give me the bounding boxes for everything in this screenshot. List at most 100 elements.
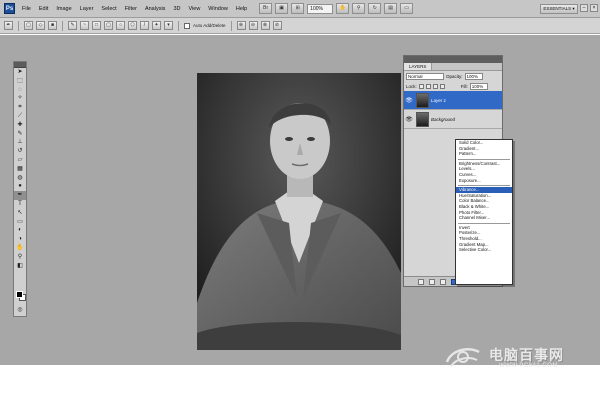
hand-icon[interactable]: ✋ — [336, 3, 350, 14]
lock-all-icon[interactable] — [439, 83, 445, 89]
brush-tool-icon[interactable]: ✎ — [14, 130, 26, 139]
path-intersect-icon[interactable]: ⊗ — [260, 21, 270, 30]
menu-file[interactable]: File — [18, 0, 35, 18]
menu-image[interactable]: Image — [52, 0, 75, 18]
line-icon[interactable]: / — [140, 21, 149, 30]
fill-input[interactable]: 100% — [469, 82, 488, 90]
layer-name: Background — [431, 116, 456, 122]
lasso-tool-icon[interactable]: ◌ — [14, 86, 26, 95]
lock-position-icon[interactable] — [432, 83, 438, 89]
eyedropper-tool-icon[interactable]: ⟋ — [14, 112, 26, 121]
pen-icon[interactable]: ✎ — [68, 21, 77, 30]
menu-3d[interactable]: 3D — [169, 0, 184, 18]
guides-icon[interactable]: ⊞ — [291, 3, 305, 14]
add-mask-icon[interactable] — [440, 278, 446, 285]
menu-edit[interactable]: Edit — [35, 0, 52, 18]
workspace-switcher-button[interactable]: ESSENTIALS ▾ — [540, 4, 578, 14]
mini-bridge-icon[interactable]: ▣ — [275, 3, 289, 14]
path-exclude-icon[interactable]: ⊘ — [272, 21, 282, 30]
clone-stamp-tool-icon[interactable]: ⊥ — [14, 138, 26, 147]
lock-transparent-icon[interactable] — [418, 83, 424, 89]
blur-tool-icon[interactable]: ◍ — [14, 174, 26, 183]
auto-add-delete-label: Auto Add/Delete — [193, 23, 226, 28]
quick-mask-icon[interactable]: ◎ — [14, 306, 26, 315]
pen-tool-icon[interactable]: ✒ — [14, 191, 26, 200]
history-brush-tool-icon[interactable]: ↺ — [14, 147, 26, 156]
move-tool-icon[interactable]: ➤ — [14, 68, 26, 77]
lock-label: Lock: — [406, 83, 417, 89]
menu-separator — [456, 221, 512, 225]
quick-selection-tool-icon[interactable]: ✧ — [14, 94, 26, 103]
layer-thumbnail — [416, 111, 429, 127]
layers-panel-titlebar[interactable] — [404, 56, 502, 63]
crop-tool-icon[interactable]: ⌗ — [14, 103, 26, 112]
shape-layers-icon[interactable]: ▢ — [24, 21, 33, 30]
menu-select[interactable]: Select — [97, 0, 120, 18]
arrange-documents-icon[interactable]: ▤ — [384, 3, 398, 14]
layer-row-layer-1[interactable]: 👁 Layer 1 — [404, 91, 502, 110]
link-layers-icon[interactable] — [418, 278, 424, 285]
rectangle-icon[interactable]: □ — [92, 21, 101, 30]
menu-window[interactable]: Window — [204, 0, 232, 18]
lock-row: Lock: Fill: 100% — [404, 81, 502, 91]
pen-tool-preset-icon[interactable]: ✒ — [4, 21, 13, 30]
polygon-icon[interactable]: ⬠ — [128, 21, 137, 30]
paths-icon[interactable]: ◇ — [36, 21, 45, 30]
lock-image-icon[interactable] — [425, 83, 431, 89]
menu-filter[interactable]: Filter — [121, 0, 141, 18]
custom-shape-icon[interactable]: ✦ — [152, 21, 161, 30]
layer-thumbnail — [416, 92, 429, 108]
zoom-tool-icon[interactable]: ⚲ — [14, 253, 26, 262]
eraser-tool-icon[interactable]: ▱ — [14, 156, 26, 165]
geometry-options-icon[interactable]: ▾ — [164, 21, 173, 30]
menu-item-selective-color[interactable]: Selective Color... — [456, 247, 512, 253]
divider — [62, 20, 63, 31]
layer-style-icon[interactable] — [429, 278, 435, 285]
bridge-icon[interactable]: Br — [259, 3, 273, 14]
healing-brush-tool-icon[interactable]: ✚ — [14, 121, 26, 130]
site-watermark: 电脑百事网 WWW.PC841.COM — [443, 342, 593, 372]
tab-layers[interactable]: LAYERS — [404, 63, 433, 70]
menu-analysis[interactable]: Analysis — [141, 0, 169, 18]
watermark-title: 电脑百事网 — [489, 348, 564, 364]
menu-separator — [456, 183, 512, 187]
divider — [178, 20, 179, 31]
watermark-url: WWW.PC841.COM — [499, 363, 558, 369]
blend-mode-select[interactable]: Normal — [406, 72, 444, 80]
options-bar: ✒ ▢ ◇ ■ ✎ ~ □ ▢ ○ ⬠ / ✦ ▾ Auto Add/Delet… — [0, 18, 600, 34]
rotate-view-icon[interactable]: ↻ — [368, 3, 382, 14]
document-canvas-photo[interactable] — [197, 73, 401, 350]
path-subtract-icon[interactable]: ⊖ — [248, 21, 258, 30]
close-icon[interactable]: × — [590, 4, 598, 12]
auto-add-delete-checkbox[interactable] — [184, 22, 190, 29]
ellipse-icon[interactable]: ○ — [116, 21, 125, 30]
menu-help[interactable]: Help — [232, 0, 251, 18]
fill-pixels-icon[interactable]: ■ — [48, 21, 57, 30]
opacity-input[interactable]: 100% — [464, 72, 483, 80]
minimize-icon[interactable]: – — [580, 4, 588, 12]
path-selection-tool-icon[interactable]: ↖ — [14, 209, 26, 218]
rounded-rectangle-icon[interactable]: ▢ — [104, 21, 113, 30]
zoom-level-select[interactable]: 100% — [307, 3, 334, 14]
divider — [18, 20, 19, 31]
eye-icon[interactable]: 👁 — [404, 116, 414, 123]
zoom-icon[interactable]: ⚲ — [352, 3, 366, 14]
menu-view[interactable]: View — [184, 0, 204, 18]
shape-tool-icon[interactable]: ▭ — [14, 218, 26, 227]
path-add-icon[interactable]: ⊕ — [236, 21, 246, 30]
hand-tool-icon[interactable]: ✋ — [14, 244, 26, 253]
3d-rotate-tool-icon[interactable]: ◐ — [14, 226, 26, 235]
layer-row-background[interactable]: 👁 Background — [404, 110, 502, 129]
gradient-tool-icon[interactable]: ▦ — [14, 165, 26, 174]
menu-bar: Ps File Edit Image Layer Select Filter A… — [0, 0, 600, 18]
marquee-tool-icon[interactable]: ⬚ — [14, 77, 26, 86]
menu-layer[interactable]: Layer — [76, 0, 98, 18]
eye-icon[interactable]: 👁 — [404, 97, 414, 104]
dodge-tool-icon[interactable]: ● — [14, 182, 26, 191]
screen-mode-icon[interactable]: ▭ — [400, 3, 414, 14]
default-colors-icon[interactable]: ◧ — [14, 262, 26, 271]
type-tool-icon[interactable]: T — [14, 200, 26, 209]
foreground-color-swatch[interactable] — [16, 291, 23, 298]
freeform-pen-icon[interactable]: ~ — [80, 21, 89, 30]
3d-camera-tool-icon[interactable]: ◑ — [14, 235, 26, 244]
